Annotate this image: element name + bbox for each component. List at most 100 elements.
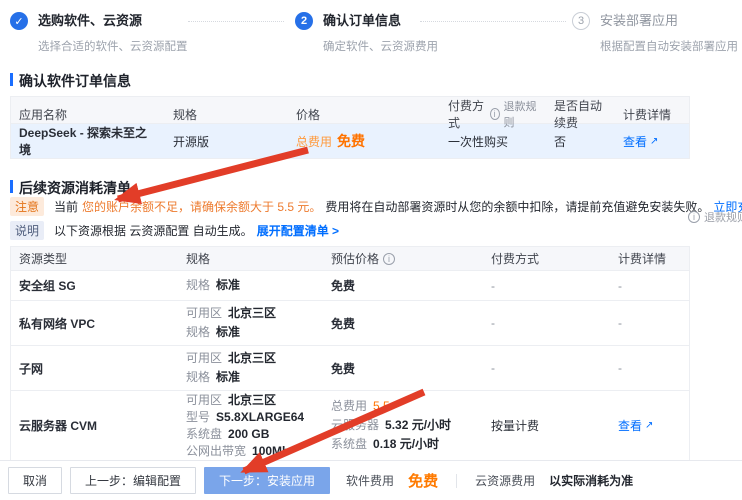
software-fee-label: 软件费用	[346, 472, 394, 489]
balance-notice: 注意 当前 您的账户余额不足，请确保余额大于 5.5 元。 费用将在自动部署资源…	[10, 197, 742, 216]
app-price: 总费用 免费	[288, 124, 440, 158]
software-order-table: 应用名称 规格 价格 付费方式 i 退款规则 是否自动续费 计费详情 DeepS…	[10, 96, 690, 159]
view-billing-link[interactable]: 查看	[618, 417, 642, 434]
resource-detail: -	[610, 346, 689, 390]
col-resource-type: 资源类型	[11, 247, 178, 270]
spec-label: 可用区	[186, 306, 222, 321]
table-header-row: 资源类型 规格 预估价格 i 付费方式 计费详情	[11, 247, 689, 271]
app-spec: 开源版	[165, 124, 288, 158]
price-label: 系统盘	[331, 437, 367, 452]
resource-price: 总费用5.5 云服务器5.32 元/小时 系统盘0.18 元/小时	[323, 391, 483, 460]
step-desc: 根据配置自动安装部署应用	[600, 38, 738, 54]
spec-value: 标准	[216, 325, 240, 340]
app-pay-mode: 一次性购买	[440, 124, 546, 158]
cancel-button[interactable]: 取消	[8, 467, 62, 494]
step-confirm-order: 2 确认订单信息 确定软件、云资源费用	[295, 12, 438, 54]
prev-step-button[interactable]: 上一步：编辑配置	[70, 467, 196, 494]
resource-row-cvm: 云服务器 CVM 可用区北京三区 型号S5.8XLARGE64 系统盘200 G…	[11, 391, 689, 461]
step-title: 选购软件、云资源	[38, 12, 188, 30]
spec-value: 北京三区	[228, 351, 276, 366]
auto-generate-note: 说明 以下资源根据 云资源配置 自动生成。 展开配置清单 >	[10, 221, 339, 240]
price-cvm: 5.32 元/小时	[385, 418, 451, 433]
app-billing-detail: 查看 ↗	[615, 124, 689, 158]
check-icon: ✓	[10, 12, 28, 30]
spec-label: 系统盘	[186, 427, 222, 442]
footer-action-bar: 取消 上一步：编辑配置 下一步：安装应用 软件费用 免费 云资源费用 以实际消耗…	[0, 460, 742, 500]
next-step-install-button[interactable]: 下一步：安装应用	[204, 467, 330, 494]
resource-price: 免费	[323, 301, 483, 345]
spec-label: 公网出带宽	[186, 444, 246, 459]
col-estimated-price: 预估价格 i	[323, 247, 483, 270]
step-desc: 选择合适的软件、云资源配置	[38, 38, 188, 54]
info-icon[interactable]: i	[490, 108, 500, 120]
resource-type: 私有网络 VPC	[11, 301, 178, 345]
step-title: 安装部署应用	[600, 12, 738, 30]
spec-value: 标准	[216, 278, 240, 293]
resources-table: 资源类型 规格 预估价格 i 付费方式 计费详情 安全组 SG 规格标准 免费 …	[10, 246, 690, 461]
divider	[456, 474, 457, 488]
spec-label: 规格	[186, 278, 210, 293]
price-free: 免费	[337, 131, 365, 151]
resource-detail: -	[610, 271, 689, 300]
refund-rule-label[interactable]: 退款规则	[704, 209, 742, 225]
step-texts: 安装部署应用 根据配置自动安装部署应用	[600, 12, 738, 54]
expand-config-link[interactable]: 展开配置清单 >	[257, 222, 339, 239]
external-link-icon[interactable]: ↗	[650, 136, 658, 147]
spec-value: 北京三区	[228, 306, 276, 321]
resource-spec: 可用区北京三区 型号S5.8XLARGE64 系统盘200 GB 公网出带宽10…	[178, 391, 323, 460]
resource-pay: -	[483, 271, 610, 300]
step-texts: 确认订单信息 确定软件、云资源费用	[323, 12, 438, 54]
resource-row-subnet: 子网 可用区北京三区 规格标准 免费 - -	[11, 346, 689, 391]
resource-row-vpc: 私有网络 VPC 可用区北京三区 规格标准 免费 - -	[11, 301, 689, 346]
notice-badge: 注意	[10, 197, 44, 216]
note-badge: 说明	[10, 221, 44, 240]
spec-label: 可用区	[186, 351, 222, 366]
step-select-software: ✓ 选购软件、云资源 选择合适的软件、云资源配置	[10, 12, 188, 54]
app-name: DeepSeek - 探索未至之境	[11, 124, 165, 158]
software-order-title: 确认软件订单信息	[10, 71, 131, 91]
resource-spec: 规格标准	[178, 271, 323, 300]
cloud-fee-value: 以实际消耗为准	[549, 472, 633, 489]
resource-spec: 可用区北京三区 规格标准	[178, 346, 323, 390]
spec-value: 标准	[216, 370, 240, 385]
spec-value: 200 GB	[228, 427, 269, 442]
external-link-icon[interactable]: ↗	[645, 420, 653, 431]
resource-type: 云服务器 CVM	[11, 391, 178, 460]
step-2-badge: 2	[295, 12, 313, 30]
note-text: 以下资源根据 云资源配置 自动生成。	[54, 222, 253, 239]
info-icon: i	[688, 211, 700, 223]
resource-row-security-group: 安全组 SG 规格标准 免费 - -	[11, 271, 689, 301]
col-spec: 规格	[178, 247, 323, 270]
resource-detail: -	[610, 301, 689, 345]
price-disk: 0.18 元/小时	[373, 437, 439, 452]
spec-value: 100Mb	[252, 444, 289, 459]
price-label: 总费用	[296, 133, 332, 150]
price-label: 云服务器	[331, 418, 379, 433]
step-install-deploy: 3 安装部署应用 根据配置自动安装部署应用	[572, 12, 738, 54]
notice-rest: 费用将在自动部署资源时从您的余额中扣除，请提前充值避免安装失败。	[325, 198, 709, 215]
price-label: 总费用	[331, 399, 367, 414]
view-billing-link[interactable]: 查看	[623, 133, 647, 150]
price-header-label: 预估价格	[331, 250, 379, 267]
col-pay-mode: 付费方式	[483, 247, 610, 270]
software-fee-value: 免费	[408, 470, 438, 491]
info-icon[interactable]: i	[383, 253, 395, 265]
refund-rule-side-link[interactable]: i 退款规则	[684, 209, 742, 225]
spec-label: 规格	[186, 325, 210, 340]
step-texts: 选购软件、云资源 选择合适的软件、云资源配置	[38, 12, 188, 54]
spec-label: 型号	[186, 410, 210, 425]
resource-pay: -	[483, 346, 610, 390]
spec-label: 规格	[186, 370, 210, 385]
notice-warning: 您的账户余额不足，请确保余额大于 5.5 元。	[82, 198, 321, 215]
spec-label: 可用区	[186, 393, 222, 408]
resource-spec: 可用区北京三区 规格标准	[178, 301, 323, 345]
step-connector	[188, 21, 284, 22]
resource-detail: 查看 ↗	[610, 391, 689, 460]
app-auto-renew: 否	[546, 124, 615, 158]
notice-prefix: 当前	[54, 198, 78, 215]
software-order-row: DeepSeek - 探索未至之境 开源版 总费用 免费 一次性购买 否 查看 …	[11, 124, 689, 159]
cloud-fee-label: 云资源费用	[475, 472, 535, 489]
step-connector	[420, 21, 566, 22]
spec-value: S5.8XLARGE64	[216, 410, 304, 425]
resource-price: 免费	[323, 271, 483, 300]
